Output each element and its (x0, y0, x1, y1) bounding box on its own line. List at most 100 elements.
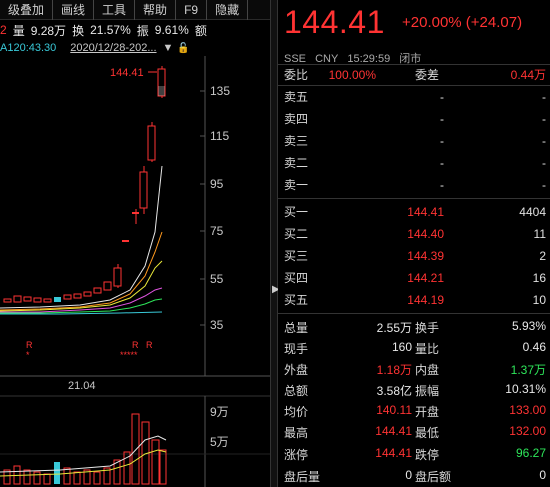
ask-volume: - (542, 133, 546, 148)
ask-row[interactable]: 卖五 - - (278, 86, 550, 107)
stat-value: 3.58亿 (376, 384, 412, 398)
stat-label: 内盘 (415, 363, 440, 377)
stat-value: 1.37万 (510, 363, 546, 377)
stat-row: 总额 3.58亿 振幅 10.31% (278, 379, 550, 400)
bid-volume: 10 (532, 292, 546, 307)
lock-icon[interactable]: 🔓 (177, 43, 189, 54)
stat-label: 外盘 (284, 363, 309, 377)
menu-item-help[interactable]: 帮助 (135, 0, 177, 20)
ma-line-yellow (0, 260, 163, 312)
stat-value: 2.55万 (376, 321, 412, 335)
candle (73, 293, 82, 299)
star-marker: * (26, 350, 30, 360)
candle (63, 294, 72, 300)
ma-label-row: A120:43.30 2020/12/28-202... ▼ 🔓 (0, 40, 270, 56)
bid-volume: 4404 (519, 204, 546, 219)
menu-item-tools[interactable]: 工具 (94, 0, 136, 20)
candle (93, 287, 102, 294)
ask-label: 卖一 (284, 178, 309, 192)
stat-row: 总量 2.55万 换手 5.93% (278, 316, 550, 337)
bid-price: 144.21 (407, 270, 444, 285)
y-tick-label: 75 (210, 224, 224, 238)
candle (139, 171, 148, 209)
ask-volume: - (542, 155, 546, 170)
menu-item-f9[interactable]: F9 (176, 0, 208, 20)
candle (83, 291, 92, 297)
bid-row[interactable]: 买一 144.41 4404 (278, 201, 550, 222)
amount-label: 额 (194, 23, 207, 38)
stat-value: 132.00 (509, 424, 546, 438)
stat-value: 144.41 (375, 446, 412, 460)
stat-row: 最高 144.41 最低 132.00 (278, 421, 550, 442)
x-tick-label: 21.04 (68, 380, 96, 392)
stat-label: 均价 (284, 405, 309, 419)
menu-item-draw[interactable]: 画线 (53, 0, 95, 20)
weibi-row: 委比 100.00% 委差 0.44万 (278, 64, 550, 85)
volume-tick-label: 5万 (210, 435, 229, 449)
bid-label: 买五 (284, 293, 309, 307)
ask-label: 卖二 (284, 156, 309, 170)
stat-value: 5.93% (511, 319, 546, 333)
volume-bar (93, 471, 101, 485)
dropdown-triangle-icon[interactable]: ▼ (163, 42, 174, 54)
bid-row[interactable]: 买五 144.19 10 (278, 289, 550, 310)
ask-row[interactable]: 卖一 - - (278, 174, 550, 195)
stat-value: 0 (405, 468, 412, 482)
weicha-label: 委差 (415, 68, 440, 82)
candle (33, 297, 42, 303)
date-range-select[interactable]: 2020/12/28-202... (70, 42, 156, 54)
bid-row[interactable]: 买三 144.39 2 (278, 245, 550, 266)
stat-label: 换手 (415, 321, 440, 335)
volume-bar (63, 467, 71, 485)
star-marker: ***** (120, 350, 138, 360)
candle (54, 297, 61, 302)
stat-label: 总量 (284, 321, 309, 335)
ask-price: - (440, 133, 444, 148)
stat-label: 最高 (284, 426, 309, 440)
ask-row[interactable]: 卖三 - - (278, 130, 550, 151)
bid-volume: 2 (539, 248, 546, 263)
price-change: +20.00% (+24.07) (402, 14, 523, 31)
ask-row[interactable]: 卖四 - - (278, 108, 550, 129)
bid-label: 买一 (284, 205, 309, 219)
volume-bar (54, 462, 60, 484)
peak-price-label: 144.41 (110, 67, 144, 79)
bid-price: 144.39 (407, 248, 444, 263)
stat-value: 96.27 (515, 446, 546, 460)
amplitude-label: 振 (136, 23, 149, 38)
ask-price: - (440, 111, 444, 126)
menu-item-hide[interactable]: 隐藏 (207, 0, 249, 20)
candle (13, 295, 22, 303)
stat-label: 涨停 (284, 448, 309, 462)
bid-row[interactable]: 买四 144.21 16 (278, 267, 550, 288)
candle (113, 267, 122, 287)
bid-volume: 16 (532, 270, 546, 285)
stat-row: 涨停 144.41 跌停 96.27 (278, 443, 550, 464)
stat-value: 160 (391, 340, 412, 354)
stat-label: 盘后额 (415, 470, 452, 484)
stat-value: 144.41 (375, 424, 412, 438)
volume-bar (23, 469, 31, 485)
bid-row[interactable]: 买二 144.40 11 (278, 223, 550, 244)
ask-label: 卖三 (284, 134, 309, 148)
candle (23, 296, 32, 302)
bid-price: 144.19 (407, 292, 444, 307)
volume-bar (131, 413, 140, 485)
volume-bar (151, 439, 160, 485)
volume-value: 9.28万 (30, 23, 67, 38)
kline-chart[interactable]: 135 115 95 75 55 35 144.41 R * R R *****… (0, 56, 270, 487)
weibi-label: 委比 (284, 68, 309, 82)
weibi-value: 100.00% (328, 67, 376, 82)
stat-value: 1.18万 (376, 363, 412, 377)
stat-label: 最低 (415, 426, 440, 440)
bid-price: 144.41 (407, 204, 444, 219)
ask-row[interactable]: 卖二 - - (278, 152, 550, 173)
stat-row: 外盘 1.18万 内盘 1.37万 (278, 358, 550, 379)
stat-label: 盘后量 (284, 470, 321, 484)
menu-item-overlay[interactable]: 级叠加 (0, 0, 54, 20)
ask-price: - (440, 89, 444, 104)
ask-label: 卖五 (284, 90, 309, 104)
last-price: 144.41 (284, 4, 385, 40)
panel-divider[interactable]: ▶ (270, 0, 280, 487)
stat-label: 振幅 (415, 384, 440, 398)
